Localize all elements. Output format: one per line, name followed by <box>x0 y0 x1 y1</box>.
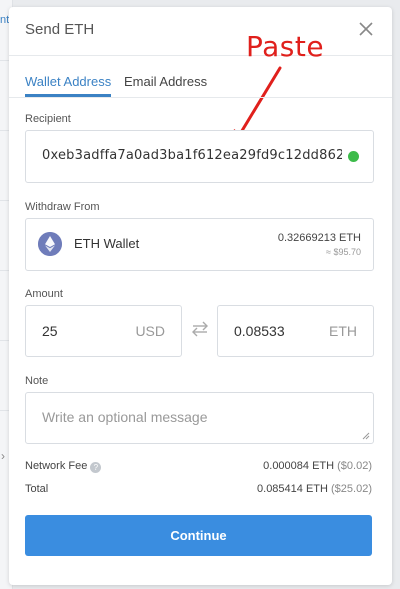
recipient-input[interactable]: 0xeb3adffa7a0ad3ba1f612ea29fd9c12dd862 <box>25 130 374 183</box>
chevron-right-icon: › <box>1 449 5 463</box>
note-textarea[interactable] <box>26 393 373 443</box>
modal-title: Send ETH <box>25 21 95 38</box>
resize-grip-icon[interactable] <box>362 432 370 440</box>
tab-email-address[interactable]: Email Address <box>124 74 207 89</box>
network-fee-value: 0.000084 ETH ($0.02) <box>263 460 372 472</box>
total-usd: ($25.02) <box>331 483 372 495</box>
recipient-value[interactable]: 0xeb3adffa7a0ad3ba1f612ea29fd9c12dd862 <box>42 148 342 163</box>
amount-usd-value[interactable]: 25 <box>42 323 58 339</box>
amount-eth-value[interactable]: 0.08533 <box>234 323 285 339</box>
network-fee-row: Network Fee? 0.000084 ETH ($0.02) <box>25 460 372 476</box>
total-row: Total 0.085414 ETH ($25.02) <box>25 483 372 499</box>
total-value: 0.085414 ETH ($25.02) <box>257 483 372 495</box>
amount-usd-input[interactable]: 25 USD <box>25 305 182 357</box>
wallet-selector[interactable]: ETH Wallet 0.32669213 ETH ≈ $95.70 <box>25 218 374 271</box>
wallet-balance: 0.32669213 ETH <box>277 232 361 244</box>
valid-address-indicator <box>348 151 359 162</box>
swap-icon[interactable] <box>190 319 210 339</box>
amount-eth-input[interactable]: 0.08533 ETH <box>217 305 374 357</box>
tab-wallet-address[interactable]: Wallet Address <box>25 74 111 89</box>
recipient-label: Recipient <box>25 113 71 125</box>
ethereum-icon <box>38 232 62 256</box>
network-fee-label-wrap: Network Fee? <box>25 460 102 473</box>
amount-label: Amount <box>25 288 63 300</box>
close-icon[interactable] <box>356 19 376 39</box>
withdraw-from-label: Withdraw From <box>25 201 100 213</box>
note-label: Note <box>25 375 49 387</box>
active-tab-indicator <box>25 94 111 97</box>
tab-bar: Wallet Address Email Address <box>9 55 392 98</box>
amount-usd-unit: USD <box>135 323 165 339</box>
amount-eth-unit: ETH <box>329 323 357 339</box>
total-label: Total <box>25 483 49 495</box>
wallet-name: ETH Wallet <box>74 236 140 251</box>
network-fee-usd: ($0.02) <box>337 460 372 472</box>
note-field[interactable] <box>25 392 374 444</box>
continue-button[interactable]: Continue <box>25 515 372 556</box>
network-fee-label: Network Fee <box>25 460 88 472</box>
help-icon[interactable]: ? <box>90 462 102 473</box>
modal-header: Send ETH <box>9 7 392 56</box>
background-tab-fragment: nt <box>0 14 10 26</box>
wallet-balance-usd: ≈ $95.70 <box>326 247 361 257</box>
send-eth-modal: Send ETH Paste Wallet Address Email Addr… <box>9 7 392 585</box>
network-fee-eth: 0.000084 ETH <box>263 460 335 472</box>
total-eth: 0.085414 ETH <box>257 483 328 495</box>
